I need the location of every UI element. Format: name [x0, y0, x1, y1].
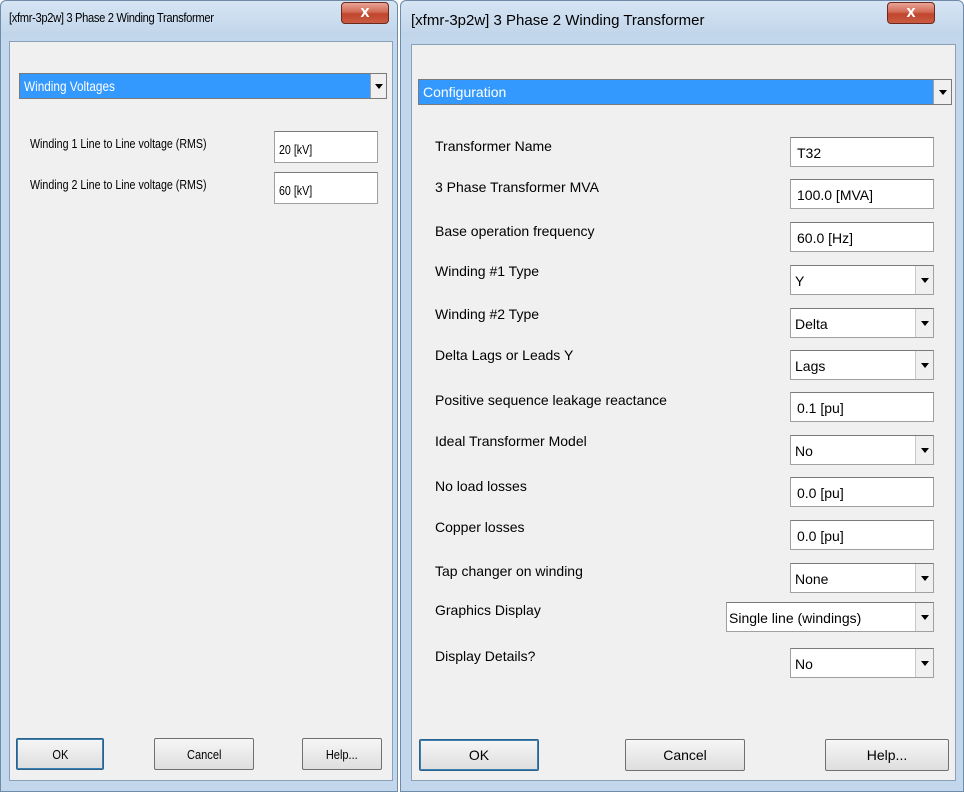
param-label-transformer-name: Transformer Name [435, 138, 552, 154]
chevron-down-icon [915, 649, 933, 677]
param-label-winding1-type: Winding #1 Type [435, 263, 540, 279]
winding1-voltage-field[interactable]: 20 [kV] [274, 131, 378, 163]
left-dialog-title: [xfmr-3p2w] 3 Phase 2 Winding Transforme… [9, 10, 214, 25]
left-page-selector-value: Winding Voltages [24, 78, 115, 94]
right-dialog-titlebar[interactable]: [xfmr-3p2w] 3 Phase 2 Winding Transforme… [401, 1, 963, 35]
param-label-tap-changer: Tap changer on winding [435, 563, 583, 579]
no-load-losses-field[interactable]: 0.0 [pu] [790, 477, 934, 507]
right-page-selector[interactable]: Configuration [418, 79, 952, 105]
close-icon: X [906, 6, 916, 20]
param-label-no-load-losses: No load losses [435, 478, 527, 494]
chevron-down-icon [915, 309, 933, 337]
param-label-leakage-reactance: Positive sequence leakage reactance [435, 392, 667, 408]
tap-changer-select[interactable]: None [790, 563, 934, 593]
left-dialog-titlebar[interactable]: [xfmr-3p2w] 3 Phase 2 Winding Transforme… [1, 1, 397, 35]
left-dialog-window: [xfmr-3p2w] 3 Phase 2 Winding Transforme… [0, 0, 398, 792]
left-cancel-button[interactable]: Cancel [154, 738, 254, 770]
param-label-mva: 3 Phase Transformer MVA [435, 179, 599, 195]
right-page-selector-value: Configuration [423, 84, 507, 100]
right-ok-button[interactable]: OK [419, 739, 539, 771]
winding1-type-select[interactable]: Y [790, 265, 934, 295]
left-close-button[interactable]: X [341, 2, 389, 24]
close-icon: X [360, 6, 370, 20]
graphics-display-select[interactable]: Single line (windings) [726, 602, 934, 632]
left-page-selector[interactable]: Winding Voltages [19, 73, 387, 99]
chevron-down-icon [915, 603, 933, 631]
base-frequency-field[interactable]: 60.0 [Hz] [790, 222, 934, 252]
param-label-graphics-display: Graphics Display [435, 602, 541, 618]
chevron-down-icon [915, 351, 933, 379]
display-details-select[interactable]: No [790, 648, 934, 678]
chevron-down-icon[interactable] [933, 80, 951, 104]
left-help-button[interactable]: Help... [302, 738, 382, 770]
param-label-base-frequency: Base operation frequency [435, 223, 595, 239]
winding2-voltage-field[interactable]: 60 [kV] [274, 172, 378, 204]
ideal-model-select[interactable]: No [790, 435, 934, 465]
copper-losses-field[interactable]: 0.0 [pu] [790, 520, 934, 550]
right-dialog-client: Configuration Transformer Name T32 3 Pha… [411, 44, 956, 781]
right-close-button[interactable]: X [887, 2, 935, 24]
mva-field[interactable]: 100.0 [MVA] [790, 179, 934, 209]
param-label-winding2-voltage: Winding 2 Line to Line voltage (RMS) [30, 177, 207, 192]
delta-lags-leads-select[interactable]: Lags [790, 350, 934, 380]
chevron-down-icon [915, 266, 933, 294]
right-help-button[interactable]: Help... [825, 739, 949, 771]
param-label-display-details: Display Details? [435, 648, 536, 664]
param-label-delta-lags-leads: Delta Lags or Leads Y [435, 347, 574, 363]
param-label-winding1-voltage: Winding 1 Line to Line voltage (RMS) [30, 136, 207, 151]
param-label-copper-losses: Copper losses [435, 519, 525, 535]
right-dialog-window: [xfmr-3p2w] 3 Phase 2 Winding Transforme… [400, 0, 964, 792]
chevron-down-icon [915, 564, 933, 592]
left-dialog-client: Winding Voltages Winding 1 Line to Line … [9, 41, 393, 781]
right-cancel-button[interactable]: Cancel [625, 739, 745, 771]
leakage-reactance-field[interactable]: 0.1 [pu] [790, 392, 934, 422]
transformer-name-field[interactable]: T32 [790, 137, 934, 167]
winding2-type-select[interactable]: Delta [790, 308, 934, 338]
param-label-winding2-type: Winding #2 Type [435, 306, 540, 322]
chevron-down-icon [915, 436, 933, 464]
param-label-ideal-model: Ideal Transformer Model [435, 433, 587, 449]
left-ok-button[interactable]: OK [16, 738, 104, 770]
right-dialog-title: [xfmr-3p2w] 3 Phase 2 Winding Transforme… [411, 12, 705, 29]
chevron-down-icon[interactable] [370, 74, 386, 98]
